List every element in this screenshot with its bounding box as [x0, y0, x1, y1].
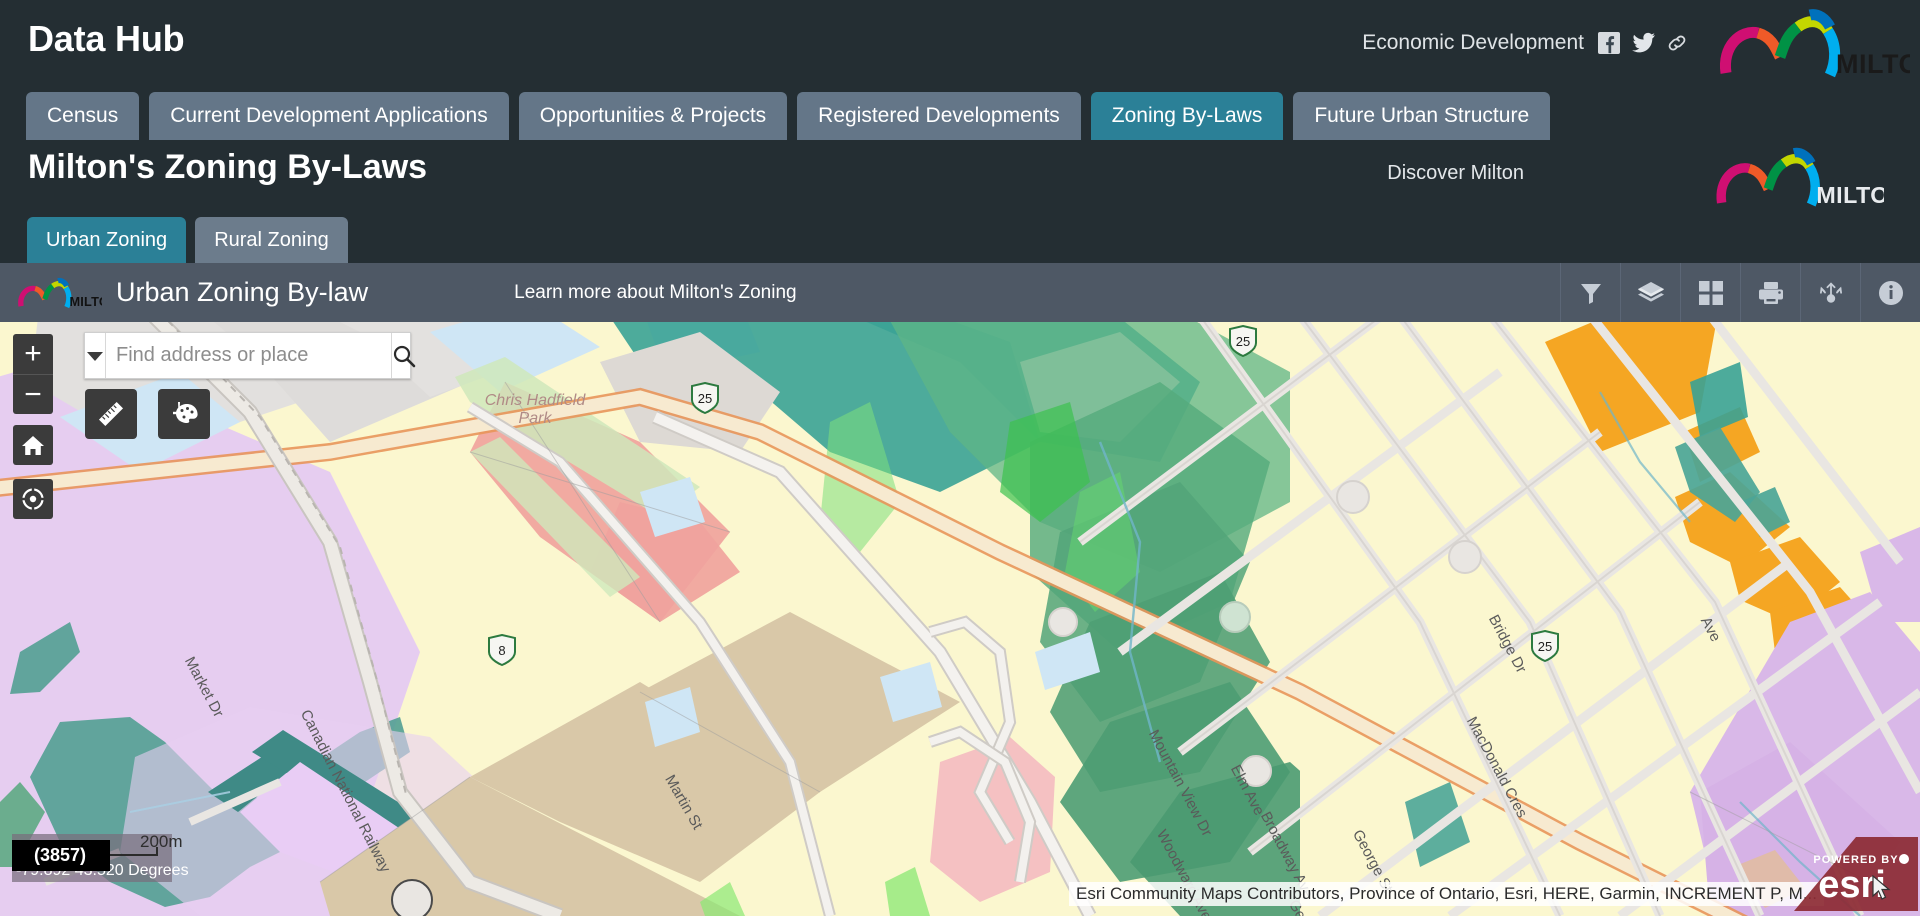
milton-logo-appbar[interactable]: MILTON: [14, 276, 102, 310]
subtab-urban-zoning[interactable]: Urban Zoning: [27, 217, 187, 263]
discover-milton-link[interactable]: Discover Milton: [1387, 162, 1524, 185]
social-links: [1598, 31, 1688, 54]
zoning-subtabbar: Urban Zoning Rural Zoning: [0, 210, 1920, 263]
zoom-controls: + −: [13, 334, 53, 414]
search-box[interactable]: [84, 332, 416, 379]
projection-tooltip: (3857): [12, 840, 111, 871]
esri-logo: POWERED BY esri: [1794, 837, 1918, 916]
filter-icon[interactable]: [1560, 263, 1620, 322]
milton-logo-header[interactable]: MILTON: [1710, 7, 1910, 79]
app-title: Urban Zoning By-law: [116, 277, 369, 307]
search-input[interactable]: [106, 333, 391, 378]
tab-opportunities-projects[interactable]: Opportunities & Projects: [518, 92, 788, 140]
svg-text:MILTON: MILTON: [1836, 49, 1910, 79]
tab-current-development-applications[interactable]: Current Development Applications: [149, 92, 509, 140]
tab-zoning-by-laws[interactable]: Zoning By-Laws: [1090, 92, 1284, 140]
department-label: Economic Development: [1362, 30, 1584, 54]
link-icon[interactable]: [1666, 32, 1688, 54]
twitter-icon[interactable]: [1632, 32, 1655, 54]
main-tabbar: Census Current Development Applications …: [0, 85, 1920, 140]
draw-tool-button[interactable]: [158, 389, 210, 439]
map-app-bar: MILTON Urban Zoning By-law Learn more ab…: [0, 263, 1920, 322]
site-header: Data Hub Economic Development MILTO: [0, 0, 1920, 85]
learn-more-link[interactable]: Learn more about Milton's Zoning: [514, 282, 796, 304]
home-button[interactable]: [13, 425, 53, 465]
page-title: Milton's Zoning By-Laws: [28, 148, 428, 186]
map-graphics: [0, 322, 1920, 916]
subtab-rural-zoning[interactable]: Rural Zoning: [195, 217, 348, 263]
print-icon[interactable]: [1740, 263, 1800, 322]
share-icon[interactable]: [1800, 263, 1860, 322]
site-title: Data Hub: [28, 18, 185, 59]
chevron-down-icon[interactable]: [85, 333, 106, 378]
info-icon[interactable]: [1860, 263, 1920, 322]
zoom-out-button[interactable]: −: [13, 374, 53, 414]
map-attribution: Esri Community Maps Contributors, Provin…: [1069, 882, 1824, 906]
header-right-group: Economic Development MILTO: [1362, 0, 1920, 85]
search-icon[interactable]: [391, 333, 416, 378]
basemap-gallery-icon[interactable]: [1680, 263, 1740, 322]
svg-text:MILTON: MILTON: [1816, 182, 1884, 208]
locate-button[interactable]: [13, 479, 53, 519]
page-title-row: Milton's Zoning By-Laws Discover Milton …: [0, 140, 1920, 210]
scale-label: 200m: [140, 832, 183, 851]
facebook-icon[interactable]: [1598, 31, 1620, 54]
milton-logo-secondary[interactable]: MILTON: [1704, 146, 1906, 213]
svg-text:MILTON: MILTON: [69, 294, 102, 309]
layers-icon[interactable]: [1620, 263, 1680, 322]
map-canvas[interactable]: Market Dr Canadian National Railway Mart…: [0, 322, 1920, 916]
zoom-in-button[interactable]: +: [13, 334, 53, 374]
tab-registered-developments[interactable]: Registered Developments: [797, 92, 1081, 140]
measure-tool-button[interactable]: [85, 389, 137, 439]
cursor-pointer-icon: [1870, 874, 1894, 906]
tab-future-urban-structure[interactable]: Future Urban Structure: [1293, 92, 1551, 140]
tab-census[interactable]: Census: [26, 92, 140, 140]
map-toolbar: [1560, 263, 1920, 322]
